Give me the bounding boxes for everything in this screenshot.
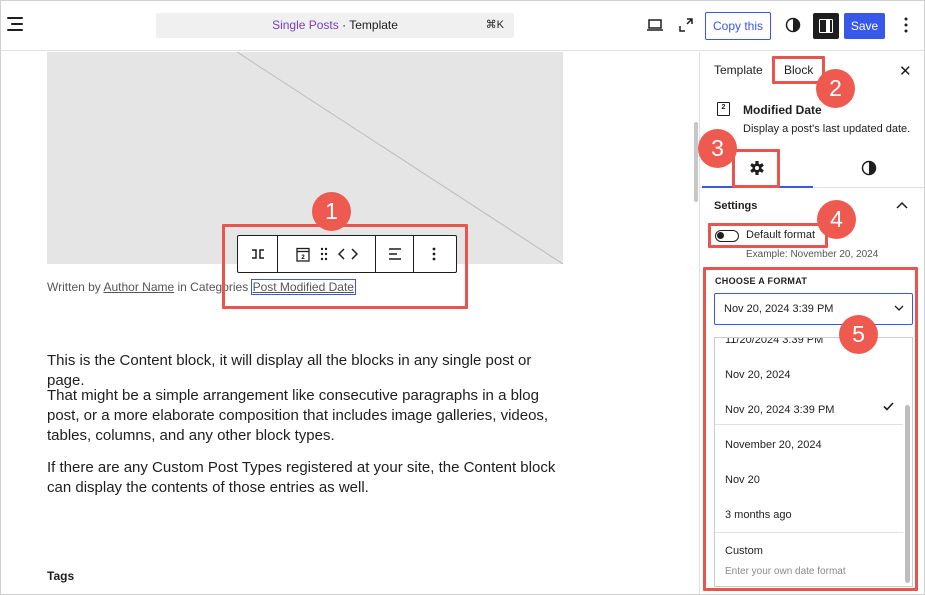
calendar-block-icon[interactable]: 2 bbox=[295, 247, 310, 262]
content-paragraph[interactable]: That might be a simple arrangement like … bbox=[47, 386, 562, 446]
callout-badge: 4 bbox=[817, 200, 856, 239]
styles-icon[interactable] bbox=[783, 15, 803, 35]
format-option[interactable]: 11/20/2024 3:39 PM bbox=[725, 338, 823, 346]
format-select[interactable]: Nov 20, 2024 3:39 PM bbox=[714, 293, 913, 325]
byline-prefix: Written by bbox=[47, 280, 104, 294]
editor-canvas: 2 Written by Author Name in Categories P… bbox=[1, 52, 699, 594]
default-format-toggle[interactable] bbox=[715, 230, 739, 242]
divider bbox=[715, 424, 903, 425]
settings-sidebar-toggle[interactable] bbox=[813, 13, 839, 39]
breadcrumb-type: Template bbox=[349, 18, 398, 32]
align-left-icon bbox=[388, 248, 401, 260]
format-option-selected[interactable]: Nov 20, 2024 3:39 PM bbox=[725, 404, 834, 416]
drag-handle-icon[interactable] bbox=[320, 247, 328, 261]
format-option[interactable]: 3 months ago bbox=[725, 509, 792, 521]
device-preview-icon[interactable] bbox=[645, 15, 665, 35]
more-vertical-icon bbox=[432, 247, 436, 261]
dropdown-scrollbar[interactable] bbox=[905, 405, 910, 583]
copy-this-button[interactable]: Copy this bbox=[705, 12, 771, 40]
svg-text:2: 2 bbox=[301, 255, 305, 261]
placeholder-diagonal bbox=[236, 52, 564, 265]
sidebar-tabs: Template Block ✕ bbox=[700, 52, 924, 89]
top-toolbar: Single Posts · Template ⌘K Copy this Sav… bbox=[1, 1, 924, 51]
block-controls-group: 2 bbox=[278, 236, 376, 272]
save-button[interactable]: Save bbox=[844, 13, 885, 39]
post-byline: Written by Author Name in Categories Pos… bbox=[47, 279, 356, 295]
format-option[interactable]: Nov 20, 2024 bbox=[725, 369, 790, 381]
tab-block[interactable]: Block bbox=[784, 63, 813, 77]
calendar-icon: 2 bbox=[717, 102, 730, 116]
format-options-list: 11/20/2024 3:39 PM Nov 20, 2024 Nov 20, … bbox=[714, 337, 913, 587]
styles-tab-icon[interactable] bbox=[861, 160, 877, 181]
breadcrumb-separator: · bbox=[338, 18, 350, 32]
post-modified-date-block[interactable]: Post Modified Date bbox=[250, 279, 356, 295]
transform-icon bbox=[251, 249, 264, 259]
byline-mid: in Categories bbox=[174, 280, 249, 294]
callout-badge: 3 bbox=[698, 129, 737, 168]
content-paragraph[interactable]: If there are any Custom Post Types regis… bbox=[47, 458, 562, 498]
toggle-knob bbox=[717, 232, 724, 239]
tags-heading: Tags bbox=[47, 569, 75, 583]
default-format-label: Default format bbox=[746, 229, 816, 241]
callout-badge: 2 bbox=[816, 69, 855, 108]
format-select-value: Nov 20, 2024 3:39 PM bbox=[724, 303, 834, 315]
choose-format-label: CHOOSE A FORMAT bbox=[715, 276, 808, 286]
divider bbox=[715, 532, 903, 533]
active-tab-indicator bbox=[702, 186, 813, 188]
tab-template[interactable]: Template bbox=[714, 63, 763, 77]
format-example: Example: November 20, 2024 bbox=[746, 249, 879, 260]
format-option[interactable]: November 20, 2024 bbox=[725, 439, 822, 451]
canvas-scrollbar[interactable] bbox=[694, 122, 698, 202]
align-button[interactable] bbox=[376, 236, 414, 272]
callout-badge: 1 bbox=[312, 192, 351, 231]
content-paragraph[interactable]: This is the Content block, it will displ… bbox=[47, 351, 562, 391]
chevron-down-icon bbox=[894, 294, 904, 324]
callout-badge: 5 bbox=[839, 315, 878, 354]
settings-sidebar: Template Block ✕ 2 Modified Date Display… bbox=[699, 52, 924, 594]
block-title: Modified Date bbox=[743, 103, 822, 117]
close-icon[interactable]: ✕ bbox=[899, 62, 912, 80]
featured-image-placeholder[interactable] bbox=[47, 52, 564, 265]
command-palette-bar[interactable]: Single Posts · Template ⌘K bbox=[156, 13, 514, 38]
checkmark-icon bbox=[883, 402, 894, 414]
transform-button[interactable] bbox=[238, 236, 278, 272]
external-view-icon[interactable] bbox=[676, 15, 696, 35]
breadcrumb-template-name: Single Posts bbox=[272, 18, 339, 32]
move-arrows-icon[interactable] bbox=[337, 248, 358, 260]
settings-panel-title[interactable]: Settings bbox=[714, 200, 757, 212]
custom-format-placeholder[interactable]: Enter your own date format bbox=[725, 566, 846, 577]
custom-format-option[interactable]: Custom bbox=[725, 545, 763, 557]
shortcut-hint: ⌘K bbox=[485, 19, 504, 31]
author-link[interactable]: Author Name bbox=[103, 280, 174, 294]
options-menu-icon[interactable] bbox=[896, 15, 916, 35]
editor-window: Single Posts · Template ⌘K Copy this Sav… bbox=[0, 0, 925, 595]
gear-icon[interactable] bbox=[749, 160, 765, 181]
block-description: Display a post's last updated date. bbox=[743, 123, 911, 135]
format-option[interactable]: Nov 20 bbox=[725, 474, 760, 486]
chevron-up-icon[interactable] bbox=[896, 200, 908, 212]
block-options-button[interactable] bbox=[414, 236, 454, 272]
sidebar-icon bbox=[819, 19, 833, 33]
document-overview-icon[interactable] bbox=[7, 17, 23, 31]
block-toolbar: 2 bbox=[237, 235, 457, 273]
